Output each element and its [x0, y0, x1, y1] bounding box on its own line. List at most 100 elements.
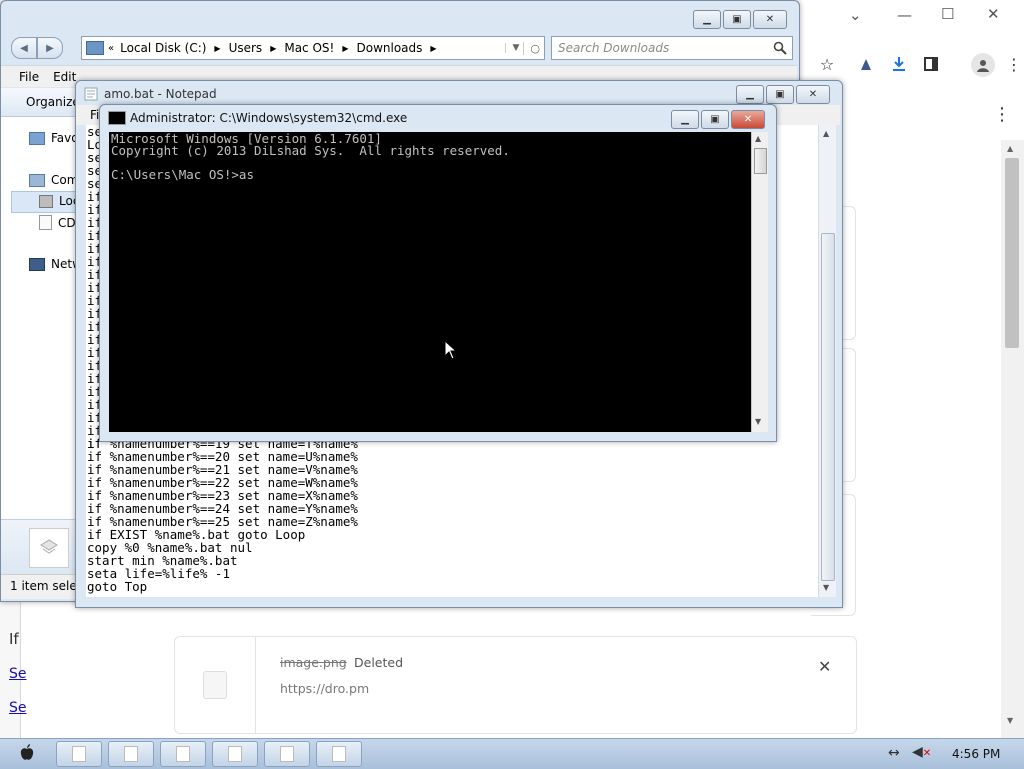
file-thumbnail [175, 637, 256, 733]
search-input[interactable]: Search Downloads [552, 41, 773, 55]
star-icon[interactable]: ☆ [816, 53, 838, 75]
nav-cd[interactable]: CD [39, 215, 76, 230]
scroll-up-arrow-icon[interactable]: ▲ [755, 134, 761, 143]
maximize-button[interactable]: ▣ [766, 85, 794, 104]
downloads-more-icon[interactable]: ⋮ [991, 103, 1013, 125]
chevron-left-icon[interactable]: « [108, 43, 114, 54]
download-icon[interactable] [888, 53, 910, 75]
chevron-right-icon[interactable]: ▶ [342, 44, 348, 53]
taskbar-app-button[interactable] [160, 741, 206, 767]
chevron-right-icon[interactable]: ▶ [214, 44, 220, 53]
cmd-window: Administrator: C:\Windows\system32\cmd.e… [99, 104, 777, 442]
download-url[interactable]: https://dro.pm [280, 681, 369, 696]
console-line: Copyright (c) 2013 DiLshad Sys. All righ… [111, 143, 510, 158]
menu-file[interactable]: File [19, 70, 39, 84]
maximize-button[interactable]: ☐ [941, 5, 954, 23]
nav-label: CD [58, 215, 76, 230]
computer-icon [29, 173, 45, 187]
notepad-title: amo.bat - Notepad [104, 87, 217, 101]
taskbar-app-button[interactable] [212, 741, 258, 767]
download-item[interactable]: image.png Deleted https://dro.pm ✕ [174, 636, 857, 734]
more-icon[interactable]: ⋮ [1003, 53, 1024, 75]
profile-icon[interactable] [971, 53, 995, 77]
back-arrow-icon[interactable]: ◀ [11, 37, 37, 59]
notepad-scrollbar[interactable]: ▲ ▼ [818, 125, 836, 597]
refresh-icon[interactable]: ○ [523, 41, 540, 55]
search-icon[interactable] [773, 41, 787, 55]
scroll-down-arrow-icon[interactable]: ▼ [823, 583, 829, 592]
breadcrumb-item[interactable]: Mac OS! [284, 41, 334, 55]
cmd-window-controls: ▁ ▣ ✕ [671, 110, 765, 129]
clock[interactable]: 4:56 PM [952, 747, 1000, 761]
breadcrumb-item[interactable]: Users [229, 41, 263, 55]
app-window-icon [280, 746, 294, 762]
mouse-cursor-icon [444, 340, 458, 360]
chrome-scrollbar[interactable]: ▲ ▼ [1001, 140, 1024, 738]
network-arrows-icon[interactable]: ↔ [888, 745, 900, 761]
app-window-icon [332, 746, 346, 762]
extension-icon[interactable] [855, 53, 877, 75]
cd-icon [39, 215, 52, 230]
nav-buttons: ◀ ▶ [11, 37, 63, 59]
cmd-icon [108, 111, 126, 125]
address-bar[interactable]: « Local Disk (C:) ▶ Users ▶ Mac OS! ▶ Do… [81, 36, 545, 60]
scroll-up-arrow-icon[interactable]: ▲ [1007, 144, 1013, 153]
network-icon [29, 257, 45, 271]
text-lines: if %namenumber%==19 set name=T%name% if %… [87, 437, 358, 593]
notepad-icon [84, 87, 98, 101]
taskbar-app-button[interactable] [108, 741, 154, 767]
file-preview-icon [29, 528, 69, 568]
page-link[interactable]: Se [9, 666, 27, 682]
minimize-button[interactable]: ▁ [693, 10, 721, 29]
remove-download-button[interactable]: ✕ [818, 657, 831, 676]
cmd-title: Administrator: C:\Windows\system32\cmd.e… [130, 111, 408, 125]
scroll-down-arrow-icon[interactable]: ▼ [1007, 716, 1013, 725]
nav-favorites[interactable]: Favo [29, 131, 79, 145]
scrollbar-thumb[interactable] [821, 233, 835, 581]
start-apple-icon[interactable] [17, 743, 37, 763]
nav-computer[interactable]: Com [29, 173, 78, 187]
address-dropdown-icon[interactable]: ▼ [505, 43, 519, 53]
menu-file[interactable]: Fi [90, 108, 99, 122]
scrollbar-thumb[interactable] [1005, 158, 1019, 348]
scroll-up-arrow-icon[interactable]: ▲ [823, 129, 829, 138]
folder-icon [86, 41, 104, 55]
tab-search-button[interactable]: ⌄ [849, 6, 862, 24]
nav-local-disk[interactable]: Loc [39, 194, 79, 208]
organize-button[interactable]: Organize [26, 95, 80, 109]
taskbar-app-button[interactable] [56, 741, 102, 767]
minimize-button[interactable]: ▁ [671, 110, 699, 129]
star-folder-icon [29, 131, 45, 145]
menu-edit[interactable]: Edit [53, 70, 76, 84]
minimize-button[interactable]: ▁ [736, 85, 764, 104]
explorer-window-controls: ▁ ▣ ✕ [693, 10, 787, 29]
file-icon [203, 671, 227, 699]
download-filename[interactable]: image.png [280, 655, 347, 670]
chevron-right-icon[interactable]: ▶ [430, 44, 436, 53]
close-button[interactable]: ✕ [796, 85, 830, 104]
volume-muted-icon[interactable]: ◀✕ [912, 744, 931, 760]
breadcrumb-item[interactable]: Local Disk (C:) [120, 41, 206, 55]
scroll-down-arrow-icon[interactable]: ▼ [755, 417, 761, 426]
scrollbar-thumb[interactable] [754, 148, 767, 174]
disk-icon [39, 194, 53, 208]
taskbar-app-button[interactable] [316, 741, 362, 767]
page-link[interactable]: Se [9, 700, 27, 716]
breadcrumb-item[interactable]: Downloads [357, 41, 423, 55]
sidebar-icon[interactable] [920, 53, 942, 75]
chevron-right-icon[interactable]: ▶ [270, 44, 276, 53]
search-box[interactable]: Search Downloads [551, 36, 793, 60]
nav-network[interactable]: Netw [29, 257, 82, 271]
maximize-button[interactable]: ▣ [701, 110, 729, 129]
cmd-scrollbar[interactable]: ▲ ▼ [751, 132, 768, 432]
forward-arrow-icon[interactable]: ▶ [37, 37, 63, 59]
taskbar-apps [56, 741, 362, 767]
close-button[interactable]: ✕ [753, 10, 787, 29]
close-button[interactable]: ✕ [731, 110, 765, 129]
close-button[interactable]: ✕ [987, 5, 1000, 23]
taskbar-app-button[interactable] [264, 741, 310, 767]
cmd-console[interactable]: Microsoft Windows [Version 6.1.7601] Copy… [109, 132, 751, 432]
minimize-button[interactable]: — [897, 6, 912, 24]
maximize-button[interactable]: ▣ [723, 10, 751, 29]
page-text: If [9, 630, 19, 648]
